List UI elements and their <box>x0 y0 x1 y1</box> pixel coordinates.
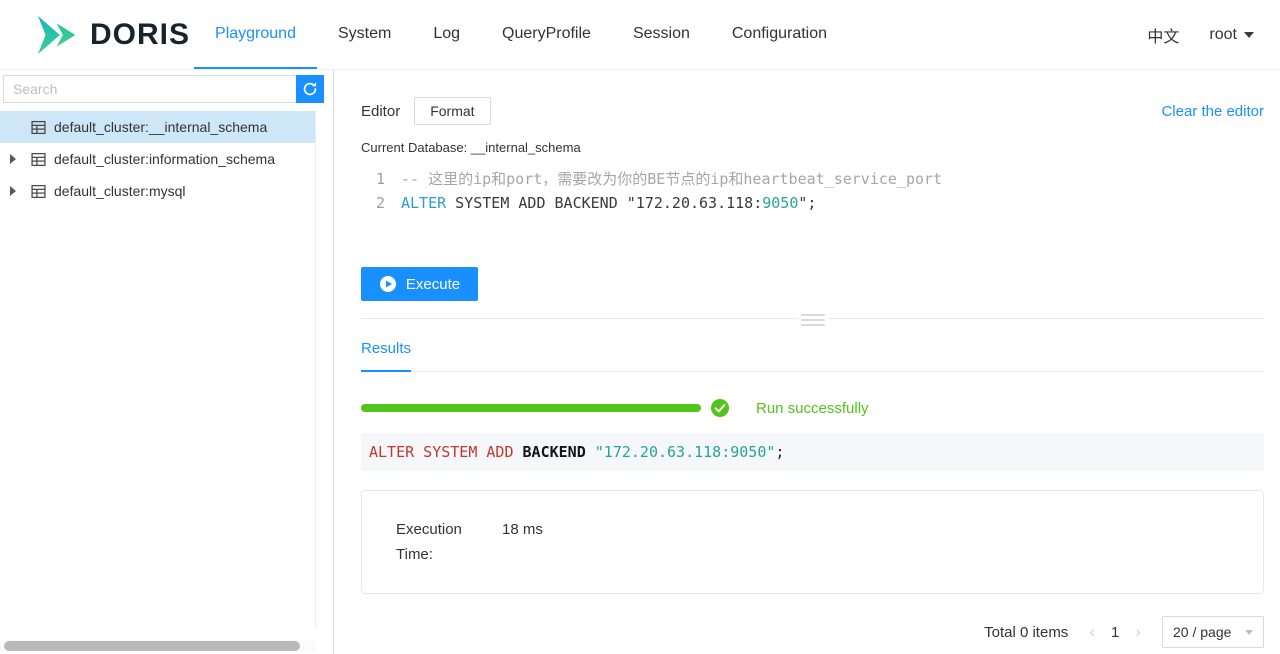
caret-right-icon <box>10 186 16 196</box>
execute-button[interactable]: Execute <box>361 267 478 301</box>
sql-string-close: "; <box>798 194 816 212</box>
editor-line: 2 ALTER SYSTEM ADD BACKEND "172.20.63.11… <box>361 191 1264 215</box>
result-sql-string: "172.20.63.118:9050" <box>595 443 776 461</box>
brand-name: DORIS <box>90 18 190 52</box>
playground-main: Editor Format Clear the editor Current D… <box>334 70 1280 654</box>
search-input[interactable] <box>3 75 296 103</box>
sql-statement: SYSTEM ADD BACKEND <box>446 194 627 212</box>
check-circle-icon <box>710 398 730 418</box>
result-sql-keyword: ALTER SYSTEM ADD <box>369 443 514 461</box>
nav-item-session[interactable]: Session <box>612 0 711 69</box>
database-tree: default_cluster:__internal_schema defaul… <box>0 109 316 628</box>
progress-bar <box>361 404 701 412</box>
sql-string-open: "172.20.63.118: <box>627 194 762 212</box>
tree-item-mysql[interactable]: default_cluster:mysql <box>0 175 315 207</box>
top-navbar: DORIS Playground System Log QueryProfile… <box>0 0 1280 70</box>
line-number: 2 <box>361 191 385 215</box>
database-sidebar: default_cluster:__internal_schema defaul… <box>0 70 334 654</box>
caret-down-icon <box>1245 630 1253 635</box>
prev-page-button[interactable]: ‹ <box>1080 622 1104 642</box>
tree-item-label: default_cluster:mysql <box>54 183 186 199</box>
doris-logo[interactable]: DORIS <box>34 0 190 69</box>
editor-title: Editor <box>361 103 400 120</box>
database-icon <box>31 120 46 135</box>
executed-sql-display: ALTER SYSTEM ADD BACKEND "172.20.63.118:… <box>361 433 1264 471</box>
refresh-button[interactable] <box>296 75 324 103</box>
results-tabbar: Results <box>361 340 1264 372</box>
play-circle-icon <box>379 275 397 293</box>
caret-down-icon <box>1244 32 1254 38</box>
horizontal-scrollbar <box>0 640 316 652</box>
main-nav: Playground System Log QueryProfile Sessi… <box>194 0 848 69</box>
nav-item-queryprofile[interactable]: QueryProfile <box>481 0 612 69</box>
header-right: 中文 root <box>1147 0 1254 69</box>
tree-item-label: default_cluster:information_schema <box>54 151 275 167</box>
pagination: Total 0 items ‹ 1 › 20 / page <box>361 616 1264 648</box>
run-status-row: Run successfully <box>361 398 1264 418</box>
scrollbar-thumb[interactable] <box>4 641 300 651</box>
resize-handle[interactable] <box>798 313 828 327</box>
nav-item-configuration[interactable]: Configuration <box>711 0 848 69</box>
database-icon <box>31 184 46 199</box>
expand-caret[interactable] <box>2 154 24 164</box>
execute-label: Execute <box>406 276 460 293</box>
result-sql-backend: BACKEND <box>514 443 595 461</box>
line-number: 1 <box>361 167 385 191</box>
nav-item-log[interactable]: Log <box>412 0 481 69</box>
result-sql-semicolon: ; <box>775 443 784 461</box>
format-button[interactable]: Format <box>414 97 490 125</box>
nav-item-system[interactable]: System <box>317 0 412 69</box>
database-icon <box>31 152 46 167</box>
page-size-select[interactable]: 20 / page <box>1162 616 1264 648</box>
page-size-value: 20 / page <box>1173 624 1231 640</box>
clear-editor-link[interactable]: Clear the editor <box>1161 103 1264 120</box>
sql-keyword: ALTER <box>401 194 446 212</box>
refresh-icon <box>302 81 318 97</box>
next-page-button[interactable]: › <box>1126 622 1150 642</box>
total-items-label: Total 0 items <box>984 624 1068 641</box>
tree-item-label: default_cluster:__internal_schema <box>54 119 267 135</box>
execution-info-card: Execution Time: 18 ms <box>361 490 1264 594</box>
search-bar <box>0 70 333 107</box>
nav-item-playground[interactable]: Playground <box>194 0 317 69</box>
editor-line: 1 -- 这里的ip和port，需要改为你的BE节点的ip和heartbeat_… <box>361 167 1264 191</box>
language-switch[interactable]: 中文 <box>1147 23 1179 47</box>
sql-port-number: 9050 <box>762 194 798 212</box>
user-menu[interactable]: root <box>1209 26 1254 44</box>
tab-results[interactable]: Results <box>361 340 411 372</box>
execution-time-value: 18 ms <box>502 517 543 567</box>
sql-editor[interactable]: 1 -- 这里的ip和port，需要改为你的BE节点的ip和heartbeat_… <box>361 167 1264 215</box>
user-name: root <box>1209 26 1237 44</box>
caret-right-icon <box>10 154 16 164</box>
editor-results-divider <box>361 318 1264 319</box>
current-database-label: Current Database: __internal_schema <box>361 140 1264 155</box>
tree-item-information-schema[interactable]: default_cluster:information_schema <box>0 143 315 175</box>
current-page-number[interactable]: 1 <box>1104 624 1126 641</box>
run-status-text: Run successfully <box>756 400 869 417</box>
expand-caret[interactable] <box>2 186 24 196</box>
editor-header: Editor Format Clear the editor <box>361 97 1264 125</box>
doris-logo-icon <box>34 14 80 56</box>
tree-item-internal-schema[interactable]: default_cluster:__internal_schema <box>0 111 315 143</box>
execution-time-label: Execution Time: <box>396 517 484 567</box>
sql-comment: -- 这里的ip和port，需要改为你的BE节点的ip和heartbeat_se… <box>401 170 942 188</box>
